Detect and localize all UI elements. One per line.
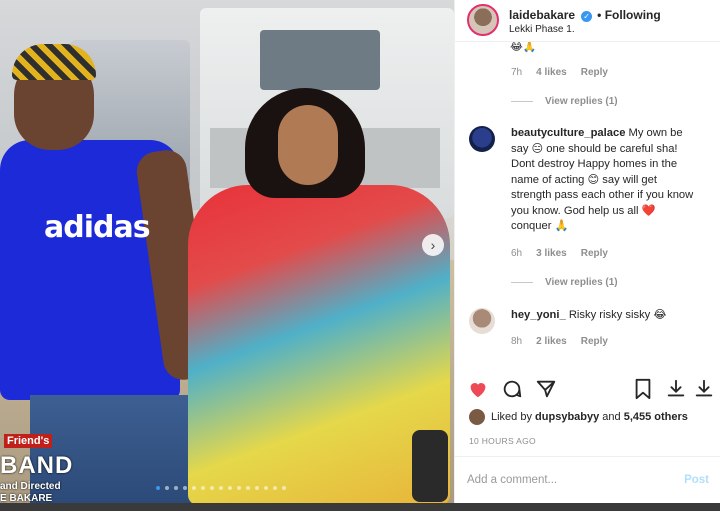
post-timestamp: 10 HOURS AGO [469, 436, 536, 446]
comment-body: beautyculture_palace My own be say 😑 one… [511, 126, 697, 235]
reply-button[interactable]: Reply [581, 248, 608, 259]
download-icon[interactable] [665, 378, 687, 400]
avatar[interactable] [467, 4, 499, 36]
view-replies-button[interactable]: View replies (1) [511, 96, 618, 107]
following-button[interactable]: • Following [597, 8, 661, 22]
view-replies-label: View replies (1) [545, 96, 618, 107]
username-link[interactable]: laidebakare [509, 8, 575, 22]
following-label: Following [604, 8, 661, 22]
comment-meta: 8h 2 likes Reply [511, 336, 608, 347]
comment-time: 7h [511, 67, 523, 78]
comment-item: hey_yoni_ Risky risky sisky 😂 [469, 308, 697, 334]
comment-likes[interactable]: 3 likes [536, 248, 567, 259]
shirt-logo-text: adidas [44, 210, 151, 245]
verified-icon: ✓ [581, 10, 593, 22]
poster-line-3: and Directed [0, 481, 61, 492]
reply-button[interactable]: Reply [581, 67, 608, 78]
liker-username[interactable]: dupsybabyy [535, 411, 599, 423]
view-replies-button[interactable]: View replies (1) [511, 277, 618, 288]
comments-list[interactable]: 😂🙏 7h 4 likes Reply View replies (1) bea… [455, 42, 720, 372]
post-comment-button[interactable]: Post [684, 474, 709, 486]
view-replies-label: View replies (1) [545, 277, 618, 288]
share-icon[interactable] [535, 378, 557, 400]
liker-avatar[interactable] [469, 409, 485, 425]
comment-time: 6h [511, 248, 523, 259]
likes-count-link[interactable]: 5,455 others [624, 411, 688, 423]
add-comment-input[interactable]: Add a comment... [467, 474, 684, 486]
poster-line-4: E BAKARE [0, 493, 53, 503]
carousel-dots [156, 486, 286, 490]
add-comment-bar: Add a comment... Post [455, 456, 720, 503]
comment-meta: 6h 3 likes Reply [511, 248, 608, 259]
reply-button[interactable]: Reply [581, 336, 608, 347]
like-heart-icon[interactable] [467, 378, 489, 400]
comment-meta: 7h 4 likes Reply [511, 67, 608, 78]
comment-time: 8h [511, 336, 523, 347]
bottom-edge [0, 503, 720, 511]
comment-icon[interactable] [501, 378, 523, 400]
liked-by-and: and [602, 411, 621, 423]
poster-line-2: BAND [0, 452, 74, 479]
comment-text: Risky risky sisky 😂 [568, 309, 667, 321]
comment-likes[interactable]: 4 likes [536, 67, 567, 78]
previous-comment-emoji: 😂🙏 [510, 42, 537, 53]
poster-line-1: Friend's [4, 434, 53, 448]
instagram-post-view: adidas Friend's BAND and Directed E BAKA… [0, 0, 720, 511]
movie-poster-overlay: Friend's BAND and Directed E BAKARE [0, 430, 80, 503]
next-photo-button[interactable]: › [422, 234, 444, 256]
comment-text: My own be say 😑 one should be careful sh… [511, 127, 694, 232]
comment-author[interactable]: hey_yoni_ [511, 309, 566, 321]
post-header: laidebakare ✓ • Following Lekki Phase 1. [455, 0, 720, 42]
comment-item: beautyculture_palace My own be say 😑 one… [469, 126, 697, 235]
location-link[interactable]: Lekki Phase 1. [509, 24, 661, 35]
post-photo[interactable]: adidas Friend's BAND and Directed E BAKA… [0, 0, 454, 503]
download-alt-icon[interactable] [693, 378, 715, 400]
man-cap [12, 44, 96, 80]
woman-dress [188, 185, 450, 503]
comment-likes[interactable]: 2 likes [536, 336, 567, 347]
woman-handbag [412, 430, 448, 502]
post-actions [467, 378, 715, 400]
woman-face [278, 105, 338, 185]
comment-author[interactable]: beautyculture_palace [511, 127, 625, 139]
liked-by-line: Liked by dupsybabyy and 5,455 others [469, 409, 688, 425]
commenter-avatar[interactable] [469, 308, 495, 334]
comment-body: hey_yoni_ Risky risky sisky 😂 [511, 308, 697, 334]
save-bookmark-icon[interactable] [633, 378, 655, 400]
post-side-panel: laidebakare ✓ • Following Lekki Phase 1.… [454, 0, 720, 503]
liked-by-prefix: Liked by [491, 411, 532, 423]
commenter-avatar[interactable] [469, 126, 495, 152]
